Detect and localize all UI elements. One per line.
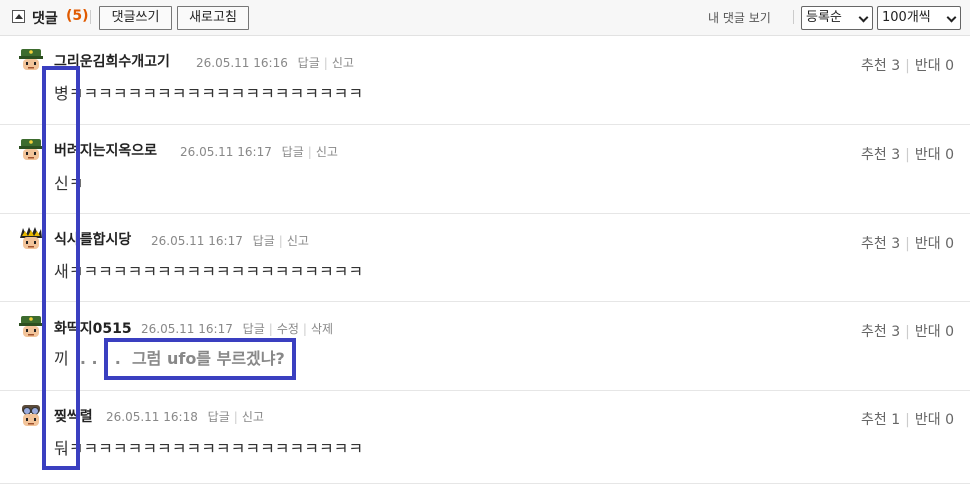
downvote-button[interactable]: 반대 0	[915, 236, 954, 252]
comment-text: 새ㅋㅋㅋㅋㅋㅋㅋㅋㅋㅋㅋㅋㅋㅋㅋㅋㅋㅋㅋㅋ	[54, 262, 364, 281]
report-link[interactable]: 신고	[242, 410, 264, 424]
comments-count: (5)	[66, 8, 89, 24]
comment-meta: 26.05.11 16:17 답글 | 수정 | 삭제	[141, 322, 334, 336]
edit-link[interactable]: 수정	[277, 322, 299, 336]
avatar-spiky-hair-icon[interactable]	[18, 226, 44, 252]
upvote-button[interactable]: 추천 3	[861, 58, 900, 74]
comment-time: 26.05.11 16:17	[141, 322, 233, 336]
upvote-button[interactable]: 추천 3	[861, 147, 900, 163]
comment-time: 26.05.11 16:16	[196, 56, 288, 70]
upvote-button[interactable]: 추천 3	[861, 236, 900, 252]
comments-toolbar: 댓글 (5) 댓글쓰기 새로고침 내 댓글 보기 등록순 100개씩	[0, 0, 970, 36]
report-link[interactable]: 신고	[316, 145, 338, 159]
comment-item: 식사를합시당 26.05.11 16:17 답글 | 신고 새ㅋㅋㅋㅋㅋㅋㅋㅋㅋㅋㅋ…	[0, 214, 970, 302]
page-size-value: 100개씩	[882, 10, 931, 25]
comment-text: 병ㅋㅋㅋㅋㅋㅋㅋㅋㅋㅋㅋㅋㅋㅋㅋㅋㅋㅋㅋㅋ	[54, 84, 364, 103]
reply-link[interactable]: 답글	[243, 322, 265, 336]
reply-link[interactable]: 답글	[298, 56, 320, 70]
comments-title: 댓글	[32, 11, 58, 27]
avatar-soldier-icon[interactable]	[18, 137, 44, 163]
comment-votes: 추천 1 | 반대 0	[861, 412, 954, 428]
delete-link[interactable]: 삭제	[311, 322, 333, 336]
my-comments-link[interactable]: 내 댓글 보기	[708, 9, 771, 26]
report-link[interactable]: 신고	[287, 234, 309, 248]
divider	[90, 10, 91, 24]
avatar-soldier-icon[interactable]	[18, 47, 44, 73]
comment-time: 26.05.11 16:17	[151, 234, 243, 248]
reply-link[interactable]: 답글	[282, 145, 304, 159]
upvote-button[interactable]: 추천 1	[861, 412, 900, 428]
comment-time: 26.05.11 16:18	[106, 410, 198, 424]
reply-link[interactable]: 답글	[253, 234, 275, 248]
chevron-down-icon	[946, 12, 957, 23]
reply-link[interactable]: 답글	[208, 410, 230, 424]
collapse-toggle-icon[interactable]	[12, 10, 25, 23]
report-link[interactable]: 신고	[332, 56, 354, 70]
comment-meta: 26.05.11 16:17 답글 | 신고	[151, 234, 309, 248]
comment-item: 버려지는지옥으로 26.05.11 16:17 답글 | 신고 신ㅋ 추천 3 | 반대…	[0, 125, 970, 214]
comment-votes: 추천 3 | 반대 0	[861, 236, 954, 252]
comment-meta: 26.05.11 16:17 답글 | 신고	[180, 145, 338, 159]
avatar-soldier-icon[interactable]	[18, 314, 44, 340]
highlight-box-quote	[104, 338, 296, 380]
comment-time: 26.05.11 16:17	[180, 145, 272, 159]
highlight-box-first-letters	[42, 66, 80, 470]
comment-votes: 추천 3 | 반대 0	[861, 147, 954, 163]
upvote-button[interactable]: 추천 3	[861, 324, 900, 340]
comment-votes: 추천 3 | 반대 0	[861, 324, 954, 340]
comment-meta: 26.05.11 16:18 답글 | 신고	[106, 410, 264, 424]
comment-text: 둬ㅋㅋㅋㅋㅋㅋㅋㅋㅋㅋㅋㅋㅋㅋㅋㅋㅋㅋㅋㅋ	[54, 439, 364, 458]
divider	[793, 10, 794, 24]
write-comment-button[interactable]: 댓글쓰기	[99, 6, 172, 30]
avatar-goggles-icon[interactable]	[18, 403, 44, 429]
downvote-button[interactable]: 반대 0	[915, 324, 954, 340]
chevron-down-icon	[858, 12, 869, 23]
comment-item: 그리운김희수개고기 26.05.11 16:16 답글 | 신고 병ㅋㅋㅋㅋㅋㅋㅋㅋ…	[0, 37, 970, 125]
sort-order-select[interactable]: 등록순	[801, 6, 873, 30]
downvote-button[interactable]: 반대 0	[915, 58, 954, 74]
downvote-button[interactable]: 반대 0	[915, 147, 954, 163]
downvote-button[interactable]: 반대 0	[915, 412, 954, 428]
sort-order-value: 등록순	[806, 10, 842, 25]
refresh-button[interactable]: 새로고침	[177, 6, 249, 30]
comment-item: 찢씩렬 26.05.11 16:18 답글 | 신고 둬ㅋㅋㅋㅋㅋㅋㅋㅋㅋㅋㅋㅋㅋㅋ…	[0, 391, 970, 484]
comment-meta: 26.05.11 16:16 답글 | 신고	[196, 56, 354, 70]
page-size-select[interactable]: 100개씩	[877, 6, 961, 30]
comment-votes: 추천 3 | 반대 0	[861, 58, 954, 74]
